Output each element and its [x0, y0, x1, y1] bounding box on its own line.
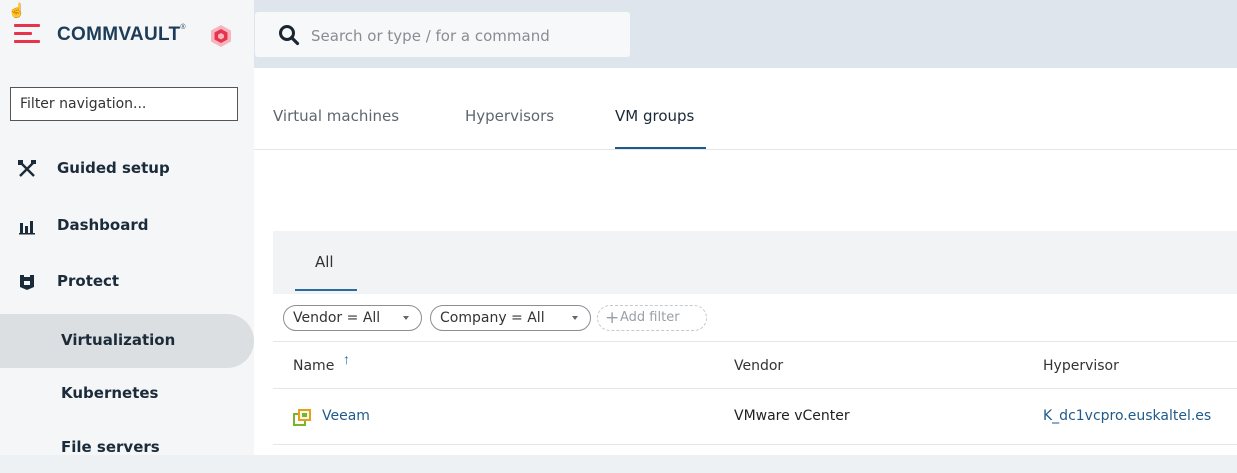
- plus-icon: +: [605, 308, 620, 328]
- tab-virtual-machines[interactable]: Virtual machines: [273, 107, 399, 125]
- tools-icon: [18, 160, 36, 177]
- search-box[interactable]: Search or type / for a command: [255, 12, 630, 57]
- divider: [273, 341, 1237, 342]
- tab-vm-groups[interactable]: VM groups: [615, 107, 694, 125]
- hypervisor-link[interactable]: K_dc1vcpro.euskaltel.es: [1043, 408, 1211, 424]
- logo[interactable]: COMMVAULT®: [57, 24, 186, 46]
- search-input[interactable]: Search or type / for a command: [311, 27, 550, 45]
- sidebar-item-protect[interactable]: Protect: [0, 259, 254, 307]
- view-tab-all[interactable]: All: [315, 253, 334, 271]
- hamburger-menu-icon[interactable]: [14, 24, 40, 44]
- sidebar-item-label: Virtualization: [61, 331, 176, 349]
- chevron-down-icon: [572, 316, 578, 320]
- sidebar-item-label: Guided setup: [57, 159, 170, 177]
- main-content: Virtual machines Hypervisors VM groups A…: [254, 68, 1237, 455]
- add-filter-label: Add filter: [620, 310, 680, 325]
- logo-text: COMMVAULT: [57, 24, 181, 45]
- vendor-filter-chip[interactable]: Vendor = All: [283, 305, 422, 331]
- company-filter-chip[interactable]: Company = All: [430, 305, 591, 331]
- sidebar-item-kubernetes[interactable]: Kubernetes: [0, 371, 254, 419]
- column-header-vendor[interactable]: Vendor: [734, 358, 783, 374]
- chevron-down-icon: [403, 316, 409, 320]
- filter-label: Vendor = All: [293, 310, 381, 326]
- vm-groups-panel: All Vendor = All Company = All + Add fil…: [273, 231, 1237, 455]
- divider: [273, 444, 1237, 445]
- sidebar: Filter navigation... Guided setup Dashbo…: [0, 68, 254, 456]
- top-bar: ☝ COMMVAULT® Search or type / for a comm…: [0, 0, 1237, 68]
- logo-hexagon-icon: [211, 25, 231, 47]
- sidebar-item-label: Protect: [57, 272, 120, 290]
- active-view-indicator: [295, 289, 357, 291]
- tab-hypervisors[interactable]: Hypervisors: [465, 107, 554, 125]
- shield-icon: [20, 275, 34, 290]
- filter-label: Company = All: [440, 310, 545, 326]
- search-icon: [279, 25, 300, 46]
- vm-group-icon: [293, 409, 311, 426]
- sidebar-item-virtualization[interactable]: Virtualization: [0, 314, 254, 368]
- vm-group-name-link[interactable]: Veeam: [322, 408, 370, 424]
- view-tab-bar: All: [273, 231, 1237, 294]
- sidebar-item-label: Kubernetes: [61, 384, 159, 402]
- add-filter-button[interactable]: + Add filter: [597, 305, 707, 331]
- filter-navigation-input[interactable]: Filter navigation...: [10, 87, 238, 121]
- pointer-cursor-icon: ☝: [8, 2, 26, 18]
- sidebar-item-label: Dashboard: [57, 216, 149, 234]
- brand-area: ☝ COMMVAULT®: [0, 0, 254, 68]
- trademark-symbol: ®: [180, 24, 186, 31]
- sidebar-item-file-servers[interactable]: File servers: [0, 425, 254, 473]
- sidebar-item-label: File servers: [61, 438, 160, 456]
- column-header-hypervisor[interactable]: Hypervisor: [1043, 358, 1119, 374]
- vendor-cell: VMware vCenter: [734, 408, 850, 424]
- column-header-name[interactable]: Name: [293, 358, 334, 374]
- dashboard-icon: [19, 221, 35, 235]
- sidebar-item-dashboard[interactable]: Dashboard: [0, 203, 254, 251]
- divider: [254, 149, 1237, 150]
- tab-bar: Virtual machines Hypervisors VM groups: [254, 68, 1237, 150]
- divider: [273, 388, 1237, 389]
- sidebar-item-guided-setup[interactable]: Guided setup: [0, 146, 254, 194]
- sort-ascending-icon[interactable]: ↑: [343, 351, 350, 367]
